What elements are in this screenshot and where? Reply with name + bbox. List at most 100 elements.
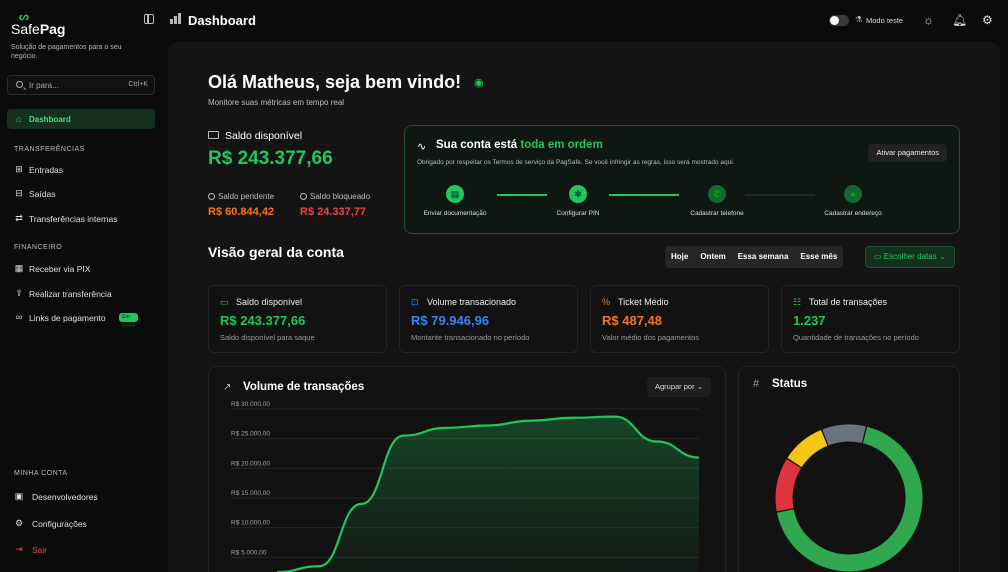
step-pin: ✱ Configurar PIN	[533, 185, 623, 217]
home-icon: ⌂	[16, 114, 22, 124]
qrcode-icon: ▦	[14, 263, 24, 273]
y-tick-label: R$ 20.000,00	[231, 460, 270, 467]
period-month[interactable]: Esse mês	[794, 246, 843, 268]
donut-slice	[822, 424, 866, 446]
phone-icon: ✆	[708, 185, 726, 203]
asterisk-icon: ✱	[569, 185, 587, 203]
step-label: Cadastrar endereço	[824, 210, 882, 217]
search-input[interactable]: Ir para... Ctrl+K	[7, 75, 155, 95]
document-icon: ▤	[446, 185, 464, 203]
y-tick-label: R$ 10.000,00	[231, 520, 270, 527]
logo-prefix: Safe	[11, 21, 40, 37]
kpi-description: Saldo disponível para saque	[220, 333, 315, 342]
sidebar-item-dashboard[interactable]: ⌂ Dashboard	[7, 109, 155, 129]
sidebar-item-label: Transferências internas	[29, 214, 118, 224]
settings-icon[interactable]: ⚙	[982, 13, 993, 27]
kpi-value: R$ 79.946,96	[411, 313, 490, 328]
status-donut-chart	[775, 424, 923, 572]
bell-icon[interactable]: 🔔︎	[952, 13, 967, 27]
wallet-icon: ▭	[220, 297, 229, 307]
blocked-label-text: Saldo bloqueado	[310, 192, 371, 201]
period-today[interactable]: Hoje	[665, 246, 694, 268]
pending-value: R$ 60.844,42	[208, 206, 275, 218]
greeting-subtitle: Monitore suas métricas em tempo real	[208, 98, 345, 107]
kpi-description: Quantidade de transações no período	[793, 333, 919, 342]
status-chart-card: # Status	[738, 366, 960, 572]
section-title-account: MINHA CONTA	[14, 470, 68, 477]
sun-icon[interactable]: ☼	[923, 13, 934, 27]
step-documents: ▤ Enviar documentação	[410, 185, 500, 217]
kpi-value: 1.237	[793, 313, 826, 328]
step-label: Configurar PIN	[556, 210, 600, 217]
area-fill	[281, 416, 699, 572]
pending-label: Saldo pendente	[208, 192, 274, 201]
main-panel: Olá Matheus, seja bem vindo! ◉ Monitore …	[168, 42, 1000, 572]
sidebar-item-label: Saídas	[29, 189, 56, 199]
gift-icon: ⊟	[15, 188, 23, 198]
logo[interactable]: SafePag	[11, 21, 66, 37]
account-status-card: ∿ Sua conta está toda em ordem Obrigado …	[404, 125, 960, 234]
kpi-label: Total de transações	[809, 297, 888, 307]
chevron-down-icon: ⌄	[938, 252, 946, 261]
link-icon: ∞	[15, 312, 23, 322]
sidebar-item-label: Desenvolvedores	[32, 492, 98, 502]
sidebar-toggle-icon[interactable]	[144, 14, 154, 24]
y-tick-label: R$ 15.000,00	[231, 490, 270, 497]
choose-dates-button[interactable]: ▭ Escolher datas ⌄	[865, 246, 955, 268]
terminal-icon: ▣	[14, 491, 24, 501]
blocked-value: R$ 24.337,77	[300, 206, 367, 218]
activate-payments-button[interactable]: Ativar pagamentos	[868, 144, 947, 162]
pending-label-text: Saldo pendente	[218, 192, 275, 201]
test-mode-label: Modo teste	[866, 16, 904, 25]
eye-off-icon[interactable]: ◉	[474, 76, 484, 89]
sidebar-item-label: Receber via PIX	[29, 264, 91, 274]
step-address: ● Cadastrar endereço	[808, 185, 898, 217]
search-icon	[16, 81, 23, 88]
search-placeholder: Ir para...	[29, 81, 59, 90]
blocked-label: Saldo bloqueado	[300, 192, 370, 201]
app-root: ᔕ SafePag Solução de pagamentos para o s…	[0, 0, 1008, 572]
map-pin-icon: ●	[844, 185, 862, 203]
percent-icon: %	[602, 297, 611, 307]
step-label: Cadastrar telefone	[690, 210, 744, 217]
section-title-finance: FINANCEIRO	[14, 244, 63, 251]
logout-icon: ⇥	[15, 544, 23, 554]
transfer-icon: ⇄	[15, 213, 23, 223]
page-title: Dashboard	[188, 13, 256, 28]
sidebar-item-label: Sair	[32, 545, 48, 555]
kpi-description: Montante transacionado no período	[411, 333, 530, 342]
account-status-subtitle: Obrigado por respeitar os Termos de serv…	[417, 159, 735, 166]
step-phone: ✆ Cadastrar telefone	[672, 185, 762, 217]
calendar-icon: ▭	[874, 252, 882, 261]
upload-icon: ⇪	[15, 288, 23, 298]
logo-suffix: Pag	[39, 21, 66, 37]
clock-icon	[300, 193, 307, 200]
search-shortcut: Ctrl+K	[128, 81, 148, 88]
y-tick-label: R$ 30.000,00	[231, 401, 270, 408]
sidebar-item-label: Dashboard	[29, 115, 71, 124]
kpi-card-balance: ▭ Saldo disponível R$ 243.377,66 Saldo d…	[208, 285, 387, 353]
chart-bars-icon	[170, 13, 182, 24]
balance-label: Saldo disponível	[225, 130, 303, 142]
period-yesterday[interactable]: Ontem	[694, 246, 731, 268]
soon-badge: Em breve	[119, 313, 139, 329]
period-week[interactable]: Essa semana	[732, 246, 795, 268]
y-tick-label: R$ 25.000,00	[231, 431, 270, 438]
greeting: Olá Matheus, seja bem vindo!	[208, 72, 462, 92]
test-mode-toggle[interactable]	[829, 15, 849, 26]
balance-value: R$ 243.377,66	[208, 148, 333, 169]
kpi-card-ticket: % Ticket Médio R$ 487,48 Valor médio dos…	[590, 285, 769, 353]
kpi-value: R$ 243.377,66	[220, 313, 306, 328]
account-status-highlight: toda em ordem	[520, 139, 603, 151]
donut-slice	[775, 459, 802, 512]
activity-icon: ∿	[417, 141, 427, 153]
wallet-icon	[208, 131, 219, 139]
account-status-prefix: Sua conta está	[436, 139, 518, 151]
kpi-label: Volume transacionado	[427, 297, 517, 307]
inbox-icon: ⊞	[15, 164, 23, 174]
donut-slice	[787, 430, 828, 468]
gear-icon: ⚙	[14, 518, 24, 528]
section-title-transfers: TRANSFERÊNCIAS	[14, 146, 85, 153]
sidebar: ᔕ SafePag Solução de pagamentos para o s…	[0, 0, 168, 572]
volume-chart-card: ↗ Volume de transações Agrupar por ⌄ R$ …	[208, 366, 726, 572]
